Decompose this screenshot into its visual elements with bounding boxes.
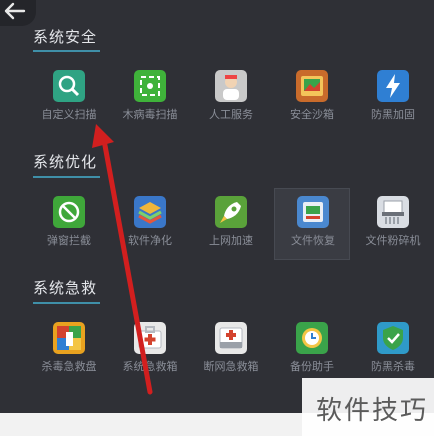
tile-label: 自定义扫描: [41, 108, 97, 121]
tile-software-clean[interactable]: 软件净化: [112, 192, 188, 262]
section-title-optimization: 系统优化: [33, 153, 98, 171]
section-divider: [33, 176, 100, 178]
lightning-shield-icon: [377, 70, 409, 102]
tile-label: 防黑杀毒: [371, 360, 415, 373]
rescue-disk-icon: [53, 322, 85, 354]
shield-check-icon: [377, 322, 409, 354]
tile-system-first-aid[interactable]: 系统急救箱: [112, 318, 188, 388]
tile-network-first-aid[interactable]: 断网急救箱: [193, 318, 269, 388]
tile-label: 木病毒扫描: [122, 108, 178, 121]
popup-block-icon: [53, 196, 85, 228]
tile-rescue-disk[interactable]: 杀毒急救盘: [31, 318, 107, 388]
section-divider: [33, 50, 100, 52]
tile-label: 文件粉碎机: [365, 234, 421, 247]
tile-hardening[interactable]: 防黑加固: [355, 66, 431, 136]
file-shredder-icon: [377, 196, 409, 228]
layers-clean-icon: [134, 196, 166, 228]
tile-custom-scan[interactable]: 自定义扫描: [31, 66, 107, 136]
system-first-aid-icon: [134, 322, 166, 354]
tile-net-speedup[interactable]: 上网加速: [193, 192, 269, 262]
tile-label: 系统急救箱: [122, 360, 178, 373]
tile-label: 弹窗拦截: [47, 234, 91, 247]
support-agent-icon: [215, 70, 247, 102]
tile-label: 文件恢复: [291, 234, 335, 247]
tile-label: 上网加速: [209, 234, 253, 247]
backup-clock-icon: [296, 322, 328, 354]
tile-sandbox[interactable]: 安全沙箱: [274, 66, 350, 136]
section-divider: [33, 302, 100, 304]
watermark: 软件技巧: [302, 378, 434, 436]
back-button[interactable]: [0, 0, 36, 26]
file-recovery-icon: [297, 196, 329, 228]
tile-virus-scan[interactable]: 木病毒扫描: [112, 66, 188, 136]
rocket-speed-icon: [215, 196, 247, 228]
toolbox-panel: 系统安全 自定义扫描 木病毒扫描 人工服务 安全沙箱 防黑加固 系统优化 弹窗拦…: [0, 0, 434, 413]
section-title-rescue: 系统急救: [33, 279, 98, 297]
watermark-text: 软件技巧: [315, 396, 428, 426]
virus-scan-icon: [134, 70, 166, 102]
tile-file-recovery[interactable]: 文件恢复: [274, 188, 350, 260]
network-first-aid-icon: [215, 322, 247, 354]
sandbox-icon: [296, 70, 328, 102]
tile-label: 断网急救箱: [203, 360, 259, 373]
tile-label: 防黑加固: [371, 108, 415, 121]
tile-human-service[interactable]: 人工服务: [193, 66, 269, 136]
tile-popup-block[interactable]: 弹窗拦截: [31, 192, 107, 262]
tile-label: 软件净化: [128, 234, 172, 247]
tile-label: 人工服务: [209, 108, 253, 121]
magnifier-scan-icon: [53, 70, 85, 102]
tile-label: 备份助手: [290, 360, 334, 373]
section-title-security: 系统安全: [33, 28, 98, 46]
back-arrow-icon: [4, 2, 26, 20]
tile-label: 安全沙箱: [290, 108, 334, 121]
tile-label: 杀毒急救盘: [41, 360, 97, 373]
tile-file-shredder[interactable]: 文件粉碎机: [355, 192, 431, 262]
